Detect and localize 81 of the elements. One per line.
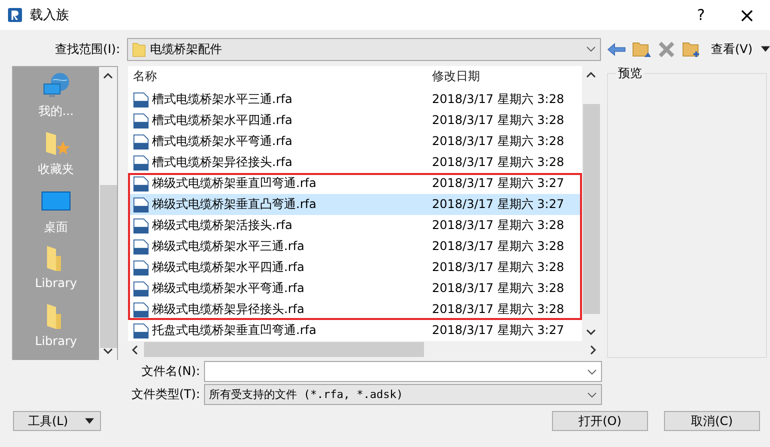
help-button[interactable]: ? [678,0,724,30]
file-row[interactable]: 槽式电缆桥架水平三通.rfa 2018/3/17 星期六 3:28 [128,89,582,110]
column-header[interactable]: 名称 [128,68,424,85]
rfa-file-icon [133,176,149,192]
file-name-label: 文件名(N): [140,363,200,380]
file-row[interactable]: 梯级式电缆桥架水平四通.rfa 2018/3/17 星期六 3:28 [128,257,582,278]
modified-date: 2018/3/17 星期六 3:27 [431,196,564,213]
file-row[interactable]: 梯级式电缆桥架异径接头.rfa 2018/3/17 星期六 3:28 [128,299,582,320]
file-row[interactable]: 梯级式电缆桥架水平三通.rfa 2018/3/17 星期六 3:28 [128,236,582,257]
rfa-file-icon [133,154,149,170]
back-arrow-icon[interactable] [607,40,626,58]
look-in-dropdown[interactable]: 电缆桥架配件 [127,38,601,60]
modified-date: 2018/3/17 星期六 3:28 [431,280,564,297]
file-name: 梯级式电缆桥架水平弯通.rfa [152,280,304,297]
scroll-up-icon[interactable] [103,73,113,79]
file-row[interactable]: 梯级式电缆桥架垂直凸弯通.rfa 2018/3/17 星期六 3:27 [128,194,582,215]
caret-icon[interactable] [760,46,770,52]
file-name: 槽式电缆桥架水平三通.rfa [152,91,292,108]
file-name: 槽式电缆桥架水平弯通.rfa [152,133,292,150]
modified-date: 2018/3/17 星期六 3:28 [431,238,564,255]
rfa-file-icon [133,322,149,338]
chevron-down-icon[interactable] [587,368,597,374]
file-row[interactable]: 槽式电缆桥架水平四通.rfa 2018/3/17 星期六 3:28 [128,110,582,131]
scroll-down-icon[interactable] [103,348,113,354]
file-type-label: 文件类型(T): [130,386,200,403]
file-name: 梯级式电缆桥架水平四通.rfa [152,259,304,276]
rfa-file-icon [133,218,149,234]
rfa-file-icon [133,112,149,128]
file-row[interactable]: 梯级式电缆桥架垂直凹弯通.rfa 2018/3/17 星期六 3:27 [128,173,582,194]
file-row[interactable]: 托盘式电缆桥架垂直凹弯通.rfa 2018/3/17 星期六 3:27 [128,320,582,341]
column-header[interactable]: 修改日期 [424,68,480,85]
file-name: 梯级式电缆桥架活接头.rfa [152,217,292,234]
view-menu-button[interactable]: 查看(V) [709,40,755,58]
scroll-up-icon[interactable] [586,72,596,78]
file-row[interactable]: 槽式电缆桥架异径接头.rfa 2018/3/17 星期六 3:28 [128,152,582,173]
file-name: 槽式电缆桥架水平四通.rfa [152,112,292,129]
rfa-file-icon [133,302,149,318]
modified-date: 2018/3/17 星期六 3:28 [431,91,564,108]
chevron-down-icon[interactable] [586,46,596,52]
chevron-down-icon[interactable] [587,392,597,398]
rfa-file-icon [133,260,149,276]
modified-date: 2018/3/17 星期六 3:28 [431,133,564,150]
rfa-file-icon [133,238,149,254]
file-row[interactable]: 梯级式电缆桥架水平弯通.rfa 2018/3/17 星期六 3:28 [128,278,582,299]
window-title: 载入族 [30,7,69,24]
open-button[interactable]: 打开(O) [552,411,648,431]
file-name: 托盘式电缆桥架垂直凹弯通.rfa [152,322,316,339]
file-row[interactable]: 槽式电缆桥架水平弯通.rfa 2018/3/17 星期六 3:28 [128,131,582,152]
preview-label: 预览 [616,65,644,82]
file-name-field[interactable] [204,361,602,382]
folder-up-icon[interactable] [632,40,651,58]
file-name: 梯级式电缆桥架垂直凹弯通.rfa [152,175,316,192]
file-name: 梯级式电缆桥架垂直凸弯通.rfa [152,196,316,213]
scroll-down-icon[interactable] [586,329,596,335]
modified-date: 2018/3/17 星期六 3:28 [431,259,564,276]
close-button[interactable]: × [724,0,770,30]
rfa-file-icon [133,280,149,296]
scroll-right-icon[interactable] [590,344,596,354]
folder-icon [132,40,146,58]
cancel-button[interactable]: 取消(C) [664,411,760,431]
file-name: 槽式电缆桥架异径接头.rfa [152,154,292,171]
modified-date: 2018/3/17 星期六 3:28 [431,112,564,129]
modified-date: 2018/3/17 星期六 3:28 [431,154,564,171]
rfa-file-icon [133,196,149,212]
scroll-left-icon[interactable] [132,344,138,354]
modified-date: 2018/3/17 星期六 3:28 [431,217,564,234]
app-logo-icon [8,8,22,22]
delete-icon[interactable] [657,40,676,58]
file-row[interactable]: 梯级式电缆桥架活接头.rfa 2018/3/17 星期六 3:28 [128,215,582,236]
file-name: 梯级式电缆桥架异径接头.rfa [152,301,304,318]
caret-icon[interactable] [85,418,94,424]
rfa-file-icon [133,92,149,108]
file-name: 梯级式电缆桥架水平三通.rfa [152,238,304,255]
modified-date: 2018/3/17 星期六 3:27 [431,175,564,192]
file-type-dropdown[interactable]: 所有受支持的文件 (*.rfa, *.adsk) [204,384,602,405]
modified-date: 2018/3/17 星期六 3:28 [431,301,564,318]
tools-button[interactable]: 工具(L) [13,411,101,431]
new-folder-icon[interactable] [682,40,701,58]
look-in-label: 查找范围(I): [54,40,120,58]
modified-date: 2018/3/17 星期六 3:27 [431,322,564,339]
rfa-file-icon [133,134,149,150]
